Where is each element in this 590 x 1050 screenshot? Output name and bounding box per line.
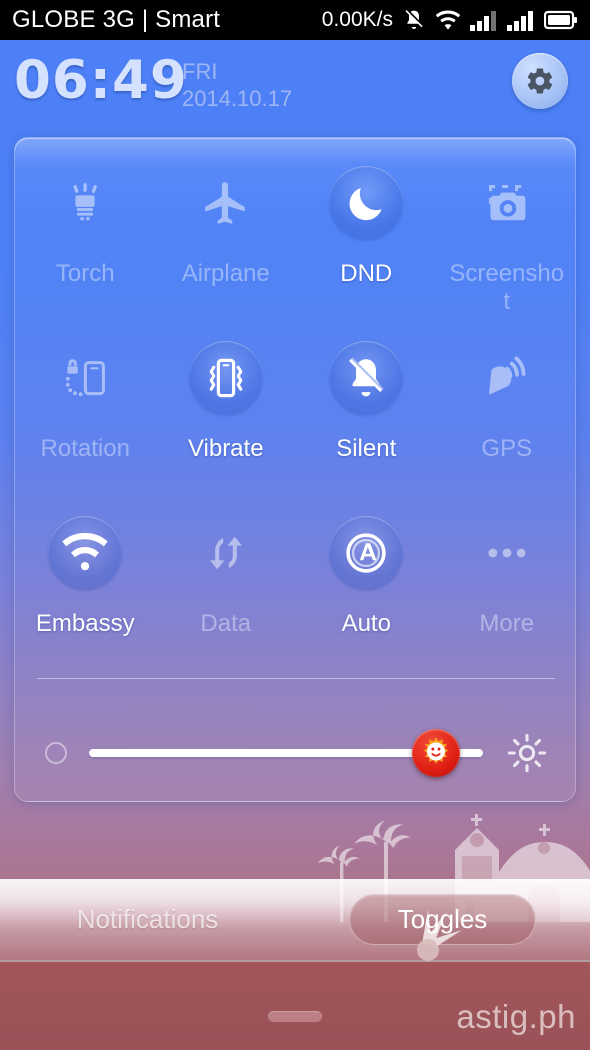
settings-button[interactable] [512,53,568,109]
toggle-screenshot[interactable]: Screenshot [437,146,578,321]
sun-icon [507,733,547,773]
gear-icon [527,68,553,94]
date-label: 2014.10.17 [182,86,293,111]
bell-muted-icon [349,357,384,397]
toggle-label: GPS [481,435,533,462]
toggle-torch[interactable]: Torch [15,146,156,321]
toggle-label: Rotation [40,435,130,462]
vibrate-icon [209,358,243,398]
toggle-label: More [479,610,535,637]
date-block: FRI 2014.10.17 [182,58,292,112]
battery-icon [544,10,577,30]
watermark-star-icon [417,910,462,961]
tab-label: Notifications [76,904,219,934]
toggle-icon-wrap [48,516,123,590]
toggle-gps[interactable]: GPS [437,321,578,496]
toggle-dnd[interactable]: DND [296,146,437,321]
toggles-grid: Torch Airplane DND Screenshot Rotation V… [15,146,577,671]
dim-circle-icon [45,742,67,764]
toggle-vibrate[interactable]: Vibrate [156,321,297,496]
carrier-label: GLOBE 3G | Smart [12,6,221,33]
tab-notifications[interactable]: Notifications [0,904,295,935]
toggle-icon-wrap [329,166,404,240]
toggle-icon-wrap [470,516,544,590]
toggle-icon-wrap [470,341,544,415]
toggle-label: Embassy [35,610,135,637]
header-clock-row: 06:49 FRI 2014.10.17 [0,44,590,132]
network-speed-label: 0.00K/s [321,8,393,31]
toggle-icon-wrap [470,166,544,240]
phone-screen: GLOBE 3G | Smart 0.00K/s 06:49 FRI 2014.… [0,0,590,1050]
rotation-lock-icon [66,359,106,397]
wifi-icon [435,10,461,30]
data-sync-icon [209,536,242,570]
bell-muted-icon [405,9,424,29]
toggle-more[interactable]: More [437,496,578,671]
wifi-icon [62,532,108,571]
toggle-icon-wrap [329,341,404,415]
toggle-icon-wrap [329,516,404,590]
bottom-tab-bar: Notifications Toggles [0,879,590,962]
screenshot-icon [488,184,526,221]
drag-handle[interactable] [268,1011,322,1022]
toggle-airplane[interactable]: Airplane [156,146,297,321]
toggle-wifi[interactable]: Embassy [15,496,156,671]
toggle-icon-wrap [189,516,263,590]
toggle-label: Screenshot [449,260,565,315]
airplane-icon [204,182,245,224]
brightness-thumb[interactable] [411,729,460,777]
toggle-data[interactable]: Data [156,496,297,671]
sun-face-icon [423,737,449,764]
toggle-label: Data [200,610,252,637]
more-dots-icon [488,548,526,558]
toggle-silent[interactable]: Silent [296,321,437,496]
toggle-icon-wrap [188,341,263,415]
toggle-auto-brightness[interactable]: Auto [296,496,437,671]
toggle-label: Silent [336,435,397,462]
toggle-label: Vibrate [187,435,264,462]
navigation-bar: astig.ph [0,910,590,1050]
toggle-icon-wrap [189,166,263,240]
clock-time: 06:49 [14,50,188,111]
signal-bars-icon [507,10,533,31]
status-icons: 0.00K/s [322,8,578,32]
moon-icon [349,187,382,221]
toggle-label: Torch [55,260,115,287]
toggle-label: Auto [341,610,391,637]
toggle-label: DND [340,260,393,287]
toggle-label: Airplane [181,260,270,287]
toggle-icon-wrap [48,166,122,240]
gps-icon [488,356,526,395]
weekday-label: FRI [182,59,218,84]
panel-divider [37,678,555,679]
watermark-label: astig.ph [456,998,576,1035]
toggle-icon-wrap [48,341,122,415]
status-bar: GLOBE 3G | Smart 0.00K/s [0,0,590,40]
brightness-row [15,703,577,803]
brightness-slider[interactable] [89,729,483,777]
signal-bars-icon [470,10,496,31]
torch-icon [73,183,97,221]
auto-brightness-icon [346,533,386,573]
toggles-panel: Torch Airplane DND Screenshot Rotation V… [14,137,576,802]
toggle-rotation[interactable]: Rotation [15,321,156,496]
